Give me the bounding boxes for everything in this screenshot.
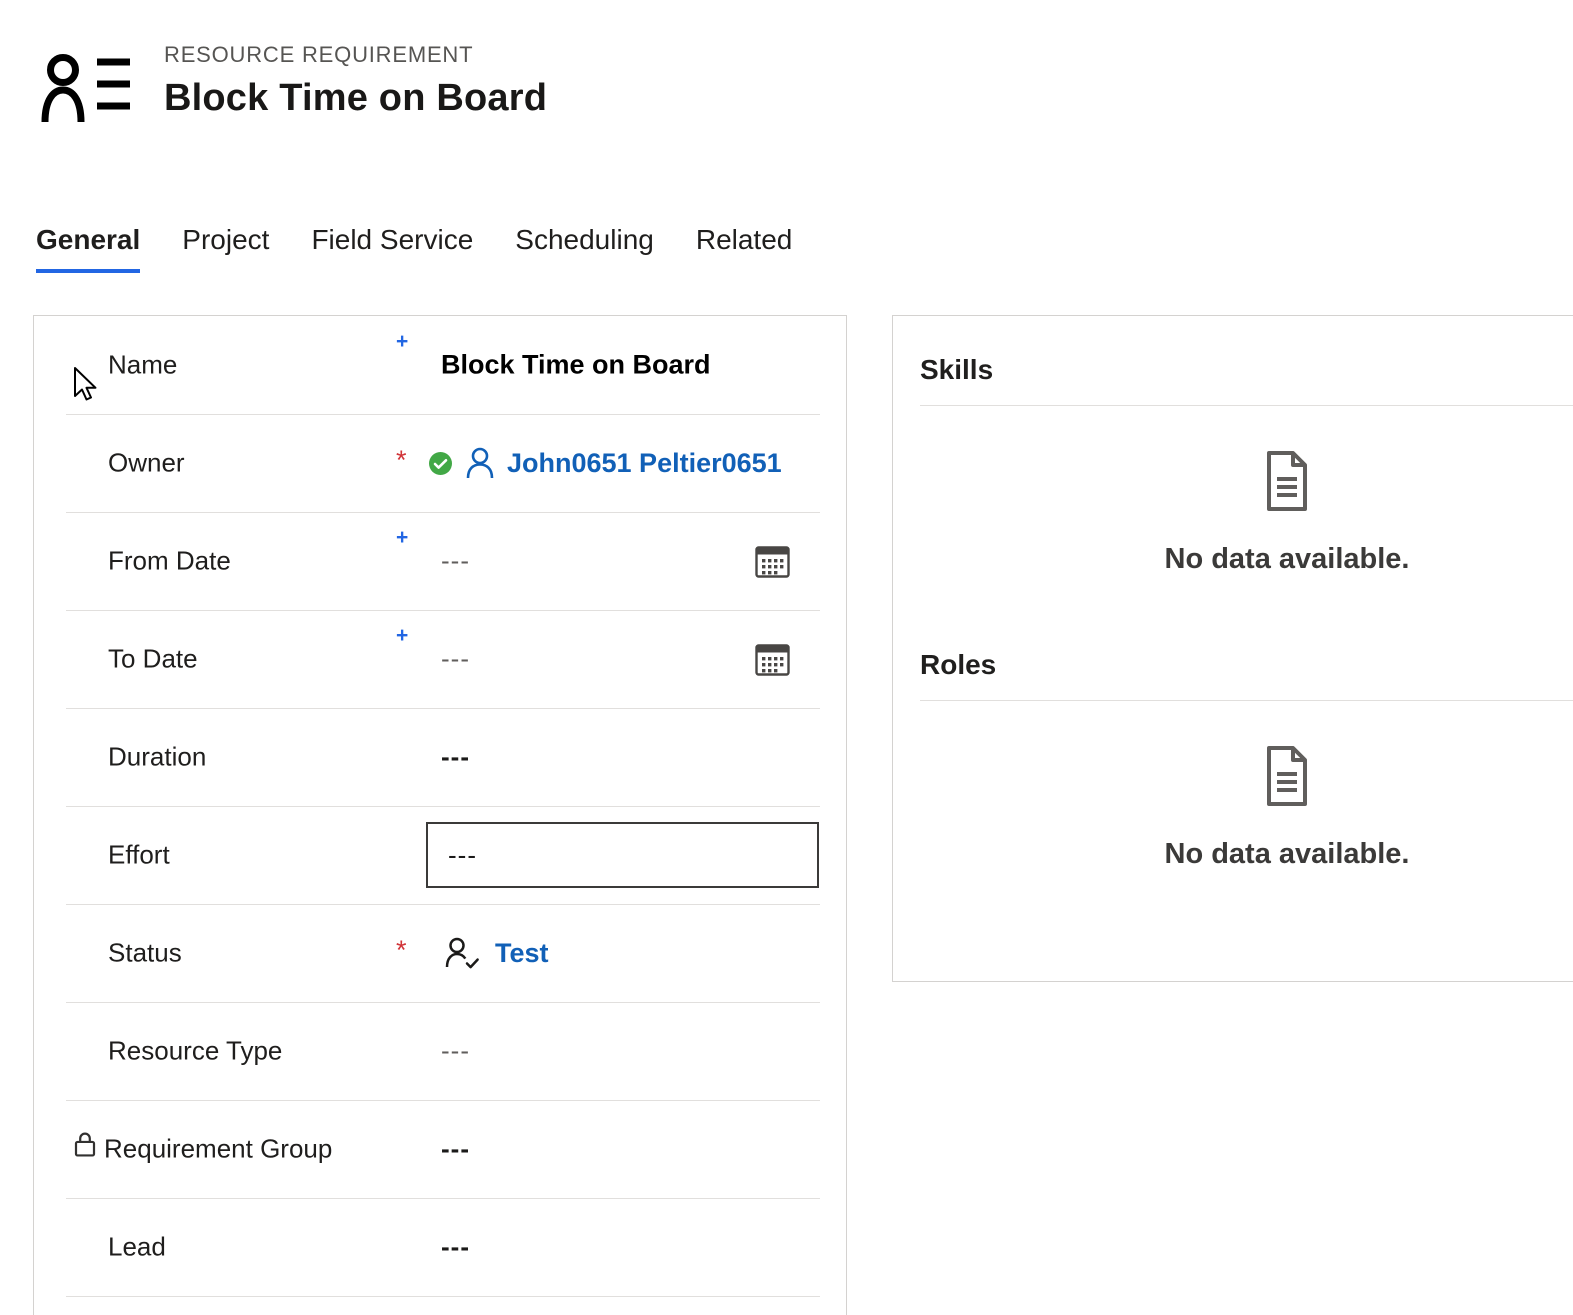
empty-state-text: No data available. <box>1164 543 1410 575</box>
form-tab-bar: General Project Field Service Scheduling… <box>36 224 792 273</box>
name-value: Block Time on Board <box>441 349 711 380</box>
related-panels-card: Skills No data available. Roles No data … <box>892 315 1573 982</box>
recommended-marker: + <box>396 526 409 549</box>
resource-type-value: --- <box>441 1035 470 1066</box>
document-icon <box>1255 744 1319 808</box>
recommended-marker: + <box>396 330 409 353</box>
lead-value: --- <box>441 1231 470 1262</box>
resource-requirement-icon <box>40 54 132 127</box>
tab-general[interactable]: General <box>36 224 141 273</box>
skills-title: Skills <box>920 354 994 385</box>
resource-type-label: Resource Type <box>108 1035 283 1066</box>
calendar-icon[interactable] <box>755 642 790 676</box>
status-lookup-icon <box>444 936 480 970</box>
document-icon <box>1255 449 1319 513</box>
field-row-lead[interactable]: Lead --- <box>34 1198 846 1296</box>
presence-available-icon <box>428 451 453 476</box>
skills-empty-state: No data available. <box>893 449 1573 576</box>
status-value: Test <box>444 936 549 970</box>
roles-empty-state: No data available. <box>893 744 1573 871</box>
tab-scheduling[interactable]: Scheduling <box>515 224 654 273</box>
field-row-name[interactable]: Name + Block Time on Board <box>34 316 846 414</box>
duration-label: Duration <box>108 741 207 772</box>
effort-value: --- <box>448 839 477 870</box>
recommended-marker: + <box>396 624 409 647</box>
header-text: RESOURCE REQUIREMENT Block Time on Board <box>164 42 547 120</box>
empty-state-text: No data available. <box>1164 838 1410 870</box>
duration-value: --- <box>441 741 470 772</box>
field-row-resource-type[interactable]: Resource Type --- <box>34 1002 846 1100</box>
owner-label: Owner <box>108 447 185 478</box>
field-row-effort[interactable]: Effort --- <box>34 806 846 904</box>
field-row-from-date[interactable]: From Date + --- <box>34 512 846 610</box>
field-row-status[interactable]: Status * Test <box>34 904 846 1002</box>
roles-title: Roles <box>920 649 997 680</box>
calendar-icon[interactable] <box>755 544 790 578</box>
field-row-to-date[interactable]: To Date + --- <box>34 610 846 708</box>
from-date-label: From Date <box>108 545 231 576</box>
owner-link[interactable]: John0651 Peltier0651 <box>507 448 782 479</box>
tab-field-service[interactable]: Field Service <box>311 224 473 273</box>
resource-requirement-page: RESOURCE REQUIREMENT Block Time on Board… <box>0 0 1573 1315</box>
panel-divider <box>920 700 1573 701</box>
field-row-owner[interactable]: Owner * John0651 Peltier0651 <box>34 414 846 512</box>
lead-label: Lead <box>108 1231 166 1262</box>
status-label: Status <box>108 937 182 968</box>
effort-label: Effort <box>108 839 170 870</box>
general-form-card: Name + Block Time on Board Owner * John0… <box>33 315 847 1315</box>
requirement-group-label: Requirement Group <box>104 1133 333 1164</box>
entity-type-label: RESOURCE REQUIREMENT <box>164 42 474 67</box>
name-label: Name <box>108 349 178 380</box>
field-row-duration[interactable]: Duration --- <box>34 708 846 806</box>
status-link[interactable]: Test <box>495 938 549 969</box>
to-date-value: --- <box>441 643 470 674</box>
field-row-requirement-group[interactable]: Requirement Group --- <box>34 1100 846 1198</box>
panel-divider <box>920 405 1573 406</box>
form-card-bottom-spacer <box>34 1296 846 1315</box>
tab-project[interactable]: Project <box>182 224 269 273</box>
owner-value: John0651 Peltier0651 <box>428 447 782 479</box>
owner-person-icon <box>465 447 495 479</box>
required-marker: * <box>396 935 407 966</box>
to-date-label: To Date <box>108 643 198 674</box>
page-header: RESOURCE REQUIREMENT Block Time on Board <box>40 42 547 127</box>
from-date-value: --- <box>441 545 470 576</box>
lock-icon <box>74 1130 96 1162</box>
page-title: Block Time on Board <box>164 77 548 119</box>
effort-input[interactable]: --- <box>426 822 819 888</box>
requirement-group-value: --- <box>441 1133 470 1164</box>
tab-related[interactable]: Related <box>696 224 793 273</box>
required-marker: * <box>396 445 407 476</box>
